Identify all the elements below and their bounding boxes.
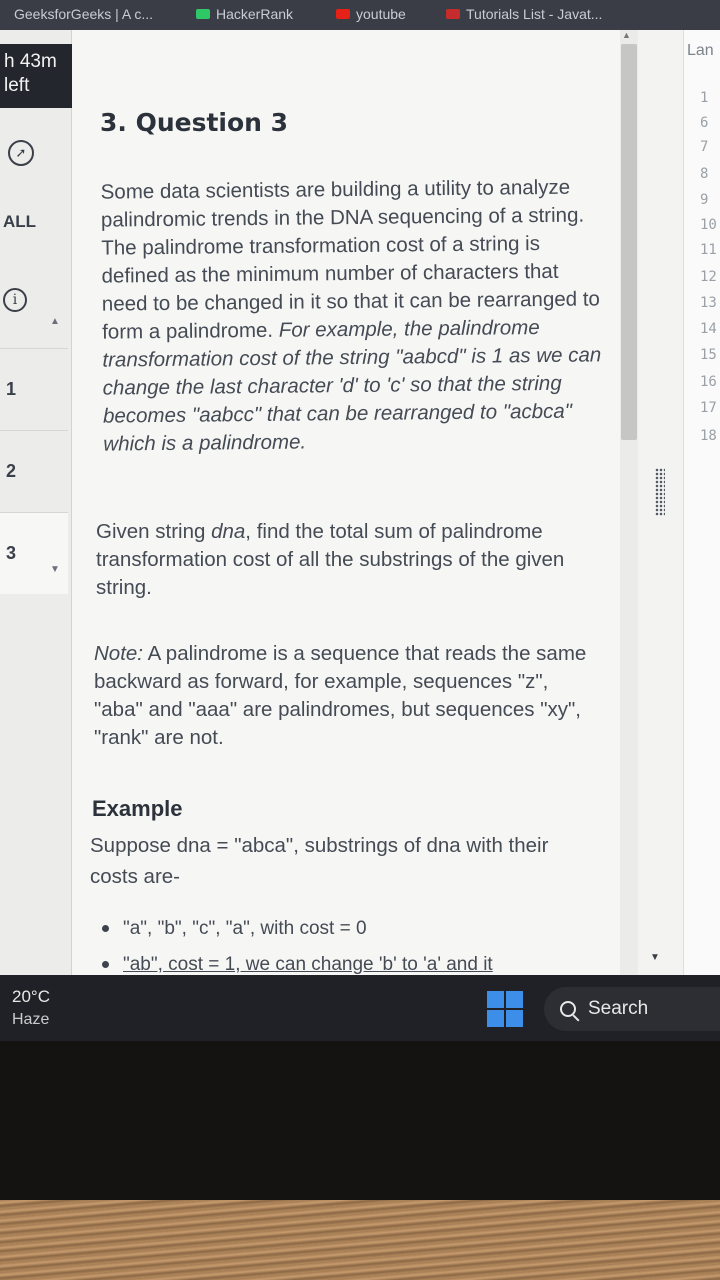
line-number: 14 <box>700 321 717 337</box>
bookmark-label: HackerRank <box>216 6 294 22</box>
bookmark-label: Tutorials List - Javat... <box>466 6 603 22</box>
bookmark-hackerrank[interactable]: HackerRank <box>196 6 293 22</box>
scroll-down-arrow-icon[interactable]: ▼ <box>650 952 660 963</box>
problem-statement: 3. Question 3 Some data scientists are b… <box>72 30 620 975</box>
timer-unit: left <box>4 75 30 96</box>
taskbar-search[interactable]: Search <box>544 987 720 1031</box>
test-window: h 43m left ➚ ALL i ▲ 1 2 3 ▼ 3. Question… <box>0 30 720 975</box>
language-selector[interactable]: Lan <box>687 42 714 60</box>
taskbar: 20°C Haze Search <box>0 975 720 1041</box>
line-number: 16 <box>700 374 717 390</box>
question-title: 3. Question 3 <box>100 108 289 137</box>
line-number: 1 <box>700 90 709 106</box>
scrollbar-thumb[interactable] <box>621 44 637 440</box>
hackerrank-icon <box>196 9 210 19</box>
bookmarks-bar: GeeksforGeeks | A c... HackerRank youtub… <box>0 0 720 30</box>
task-text: Given string <box>96 520 212 543</box>
example-text: Suppose dna = "abca", substrings of dna … <box>90 834 549 888</box>
variable-name: dna <box>211 520 246 543</box>
pane-splitter[interactable] <box>655 468 665 516</box>
note-text: A palindrome is a sequence that reads th… <box>94 642 587 749</box>
bookmark-geeksforgeeks[interactable]: GeeksforGeeks | A c... <box>14 6 153 22</box>
question-nav-1[interactable]: 1 <box>0 348 68 430</box>
windows-start-icon[interactable] <box>487 991 523 1027</box>
line-number: 10 <box>700 217 717 233</box>
compass-icon[interactable]: ➚ <box>0 134 72 174</box>
problem-description: Some data scientists are building a util… <box>101 173 604 458</box>
youtube-icon <box>336 9 350 19</box>
scroll-up-arrow-icon[interactable]: ▲ <box>622 30 631 40</box>
filter-all[interactable]: ALL <box>0 212 72 232</box>
example-heading: Example <box>92 796 183 821</box>
line-number: 11 <box>700 242 717 258</box>
line-number: 18 <box>700 428 717 444</box>
list-item-text: "a", "b", "c", "a", with cost = 0 <box>123 918 367 939</box>
line-number: 6 <box>700 115 709 131</box>
note: Note: A palindrome is a sequence that re… <box>94 640 594 752</box>
list-item: "a", "b", "c", "a", with cost = 0 <box>102 918 367 940</box>
search-icon <box>560 1001 576 1017</box>
line-number: 17 <box>700 400 717 416</box>
bookmark-label: youtube <box>356 6 406 22</box>
line-number: 7 <box>700 139 709 155</box>
task-description: Given string dna, find the total sum of … <box>96 518 596 602</box>
line-number: 12 <box>700 269 717 285</box>
question-rail: h 43m left ➚ ALL i ▲ 1 2 3 ▼ <box>0 30 72 975</box>
line-number: 15 <box>700 347 717 363</box>
timer-value: h 43m <box>4 51 57 72</box>
bookmark-icon <box>446 9 460 19</box>
scroll-down-icon[interactable]: ▼ <box>50 564 60 575</box>
bookmark-tutorials[interactable]: Tutorials List - Javat... <box>446 6 602 22</box>
desk-surface <box>0 1200 720 1280</box>
bullet-icon <box>102 925 109 933</box>
weather-condition[interactable]: Haze <box>12 1011 49 1029</box>
bullet-icon <box>102 961 109 969</box>
question-nav-2[interactable]: 2 <box>0 430 68 512</box>
bookmark-youtube[interactable]: youtube <box>336 6 406 22</box>
weather-temperature[interactable]: 20°C <box>12 987 50 1007</box>
search-label: Search <box>588 998 649 1019</box>
question-nav-3[interactable]: 3 <box>0 512 68 594</box>
line-number: 8 <box>700 166 709 182</box>
monitor-bezel <box>0 1041 720 1201</box>
list-item: "ab", cost = 1, we can change 'b' to 'a'… <box>102 954 493 975</box>
scroll-up-icon[interactable]: ▲ <box>50 316 60 327</box>
line-number: 13 <box>700 295 717 311</box>
line-number: 9 <box>700 192 709 208</box>
time-remaining: h 43m left <box>0 44 72 108</box>
list-item-text: "ab", cost = 1, we can change 'b' to 'a'… <box>123 954 493 975</box>
note-label: Note: <box>94 642 143 665</box>
bookmark-label: GeeksforGeeks | A c... <box>14 6 154 22</box>
